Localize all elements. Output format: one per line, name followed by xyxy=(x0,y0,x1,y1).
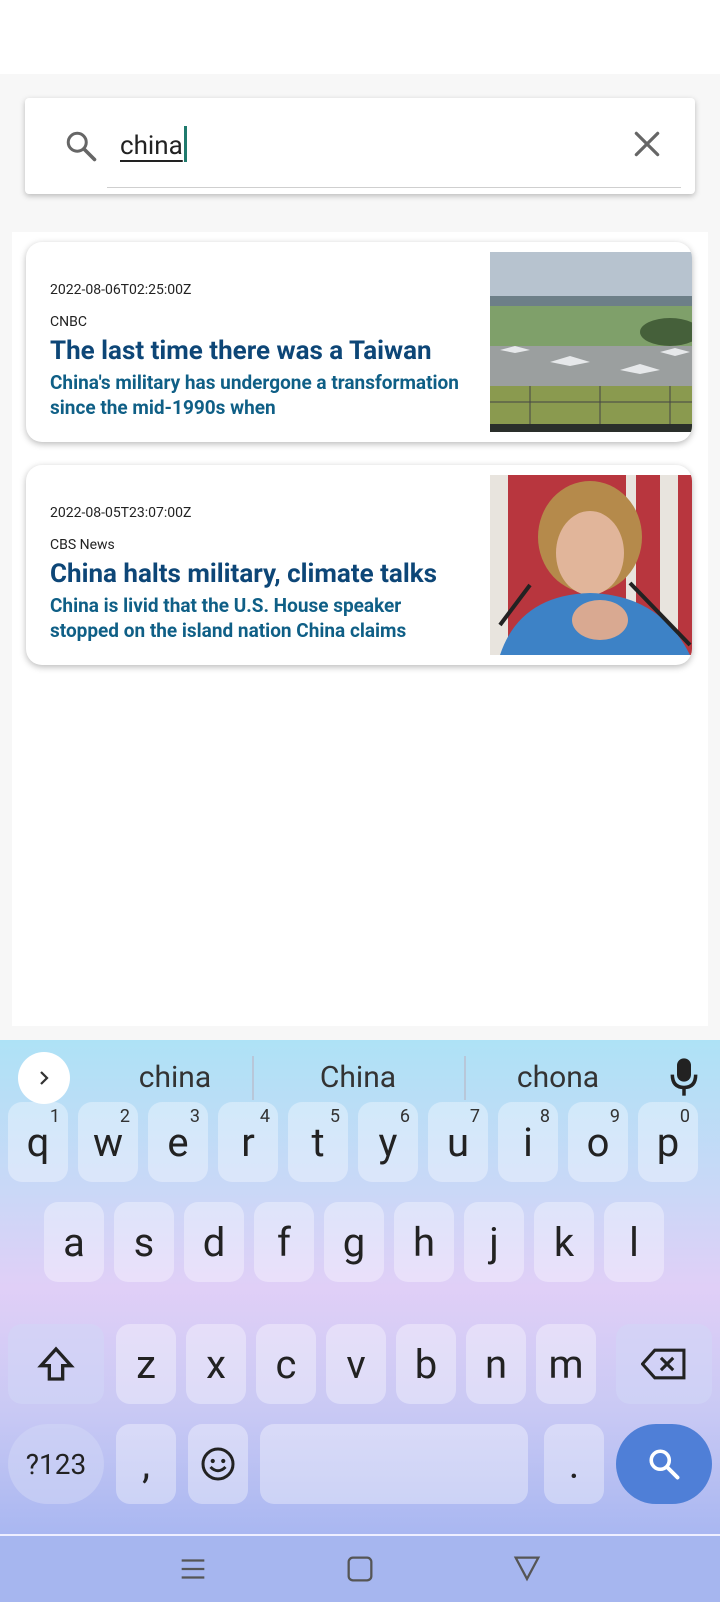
article-thumbnail xyxy=(490,475,692,655)
key-e[interactable]: e3 xyxy=(148,1102,208,1182)
suggestion-divider xyxy=(464,1056,466,1100)
key-hint: 8 xyxy=(539,1106,550,1127)
key-u[interactable]: u7 xyxy=(428,1102,488,1182)
key-w[interactable]: w2 xyxy=(78,1102,138,1182)
key-hint: 6 xyxy=(399,1106,410,1127)
key-hint: 7 xyxy=(469,1106,480,1127)
key-g[interactable]: g xyxy=(324,1202,384,1282)
emoji-icon xyxy=(201,1447,235,1481)
key-label: p xyxy=(656,1118,680,1166)
search-query-text: china xyxy=(120,131,183,161)
chevron-right-icon[interactable] xyxy=(18,1052,70,1104)
key-m[interactable]: m xyxy=(536,1324,596,1404)
space-key[interactable] xyxy=(260,1424,528,1504)
key-label: i xyxy=(523,1118,533,1166)
key-hint: 9 xyxy=(609,1106,620,1127)
article-snippet: China's military has undergone a transfo… xyxy=(50,371,459,419)
key-y[interactable]: y6 xyxy=(358,1102,418,1182)
key-hint: 2 xyxy=(119,1106,130,1127)
key-k[interactable]: k xyxy=(534,1202,594,1282)
status-bar xyxy=(0,0,720,74)
search-icon xyxy=(649,1449,680,1480)
on-screen-keyboard: china China chona q1w2e3r4t5y6u7i8o9p0 a… xyxy=(0,1040,720,1534)
news-card[interactable]: 2022-08-05T23:07:00Z CBS News China halt… xyxy=(26,465,692,665)
results-list: 2022-08-06T02:25:00Z CNBC The last time … xyxy=(12,232,708,1026)
article-source: CNBC xyxy=(50,314,87,330)
key-c[interactable]: c xyxy=(256,1324,316,1404)
key-f[interactable]: f xyxy=(254,1202,314,1282)
emoji-key[interactable] xyxy=(188,1424,248,1504)
key-hint: 1 xyxy=(49,1106,60,1127)
key-label: o xyxy=(586,1118,610,1166)
article-snippet: China is livid that the U.S. House speak… xyxy=(50,594,407,642)
key-label: q xyxy=(26,1118,50,1166)
suggestion-2[interactable]: China xyxy=(278,1060,438,1095)
key-v[interactable]: v xyxy=(326,1324,386,1404)
home-icon[interactable] xyxy=(343,1552,377,1586)
key-x[interactable]: x xyxy=(186,1324,246,1404)
search-icon[interactable] xyxy=(63,128,99,164)
search-input[interactable]: china xyxy=(120,126,187,162)
article-thumbnail xyxy=(490,252,692,432)
suggestion-3[interactable]: chona xyxy=(478,1060,638,1095)
search-underline xyxy=(107,187,681,188)
key-o[interactable]: o9 xyxy=(568,1102,628,1182)
key-label: t xyxy=(311,1118,325,1166)
key-p[interactable]: p0 xyxy=(638,1102,698,1182)
key-n[interactable]: n xyxy=(466,1324,526,1404)
key-l[interactable]: l xyxy=(604,1202,664,1282)
close-icon[interactable] xyxy=(631,128,663,160)
backspace-key[interactable] xyxy=(616,1324,712,1404)
key-hint: 0 xyxy=(679,1106,690,1127)
key-z[interactable]: z xyxy=(116,1324,176,1404)
text-cursor xyxy=(183,126,187,162)
key-h[interactable]: h xyxy=(394,1202,454,1282)
key-r[interactable]: r4 xyxy=(218,1102,278,1182)
search-bar: china xyxy=(25,98,695,194)
search-submit-key[interactable] xyxy=(616,1424,712,1504)
key-label: r xyxy=(241,1118,255,1166)
key-hint: 5 xyxy=(329,1106,340,1127)
back-icon[interactable] xyxy=(510,1552,544,1586)
key-label: e xyxy=(167,1118,189,1166)
key-label: y xyxy=(378,1118,398,1166)
key-q[interactable]: q1 xyxy=(8,1102,68,1182)
recent-apps-icon[interactable] xyxy=(176,1552,210,1586)
key-label: w xyxy=(92,1118,124,1166)
symbols-key[interactable]: ?123 xyxy=(8,1424,104,1504)
microphone-icon[interactable] xyxy=(670,1056,698,1098)
key-b[interactable]: b xyxy=(396,1324,456,1404)
key-s[interactable]: s xyxy=(114,1202,174,1282)
suggestion-divider xyxy=(252,1056,254,1100)
system-navigation-bar xyxy=(0,1534,720,1602)
key-label: u xyxy=(446,1118,470,1166)
key-hint: 3 xyxy=(189,1106,200,1127)
article-source: CBS News xyxy=(50,537,115,553)
key-i[interactable]: i8 xyxy=(498,1102,558,1182)
period-key[interactable]: . xyxy=(544,1424,604,1504)
key-a[interactable]: a xyxy=(44,1202,104,1282)
key-hint: 4 xyxy=(259,1106,270,1127)
suggestion-1[interactable]: china xyxy=(100,1060,250,1095)
article-title: China halts military, climate talks xyxy=(50,559,437,589)
news-card[interactable]: 2022-08-06T02:25:00Z CNBC The last time … xyxy=(26,242,692,442)
article-title: The last time there was a Taiwan xyxy=(50,336,432,366)
comma-key[interactable]: , xyxy=(116,1424,176,1504)
key-t[interactable]: t5 xyxy=(288,1102,348,1182)
key-d[interactable]: d xyxy=(184,1202,244,1282)
article-date: 2022-08-05T23:07:00Z xyxy=(50,505,192,521)
shift-key[interactable] xyxy=(8,1324,104,1404)
key-j[interactable]: j xyxy=(464,1202,524,1282)
article-date: 2022-08-06T02:25:00Z xyxy=(50,282,192,298)
